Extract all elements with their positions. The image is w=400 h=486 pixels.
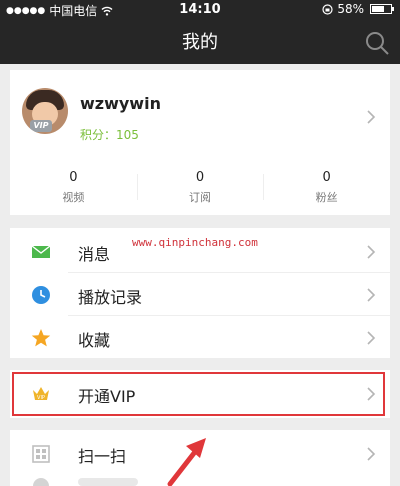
chevron-right-icon xyxy=(367,245,376,259)
stat-subscriptions[interactable]: 0 订阅 xyxy=(136,166,264,208)
menu-item-label: 扫一扫 xyxy=(78,447,127,466)
search-icon[interactable] xyxy=(364,30,390,56)
stat-value: 0 xyxy=(322,170,331,185)
cut-off-icon xyxy=(33,478,49,486)
star-icon xyxy=(31,329,51,347)
chevron-right-icon xyxy=(367,110,376,124)
status-bar: ●●●●● 中国电信 14:10 58% xyxy=(0,0,400,18)
battery-percent: 58% xyxy=(337,2,364,16)
red-arrow-annotation xyxy=(167,438,206,486)
username: wzwywin xyxy=(80,94,161,113)
clock-icon xyxy=(32,286,50,304)
vip-highlight-box xyxy=(12,372,385,416)
profile-stats: 0 视频 0 订阅 0 粉丝 xyxy=(10,166,390,208)
menu-item-history[interactable]: 播放记录 xyxy=(10,273,390,316)
chevron-right-icon xyxy=(367,331,376,345)
chevron-right-icon xyxy=(367,288,376,302)
menu-item-label: 收藏 xyxy=(78,331,111,350)
stat-value: 0 xyxy=(195,170,205,185)
stat-followers[interactable]: 0 粉丝 xyxy=(263,166,390,208)
menu-item-favorites[interactable]: 收藏 xyxy=(10,316,390,359)
stat-value: 0 xyxy=(69,170,78,185)
avatar[interactable]: VIP xyxy=(22,88,68,134)
stat-label: 视频 xyxy=(62,191,85,204)
profile-card[interactable]: VIP wzwywin 积分：105 0 视频 0 订阅 0 粉丝 xyxy=(10,70,390,215)
vip-badge: VIP xyxy=(30,120,52,132)
rotation-lock-icon xyxy=(322,3,333,15)
battery-icon xyxy=(370,4,394,14)
watermark: www.qinpinchang.com xyxy=(132,236,258,249)
message-icon xyxy=(31,245,51,258)
scan-icon xyxy=(32,445,50,463)
chevron-right-icon xyxy=(367,447,376,461)
stat-videos[interactable]: 0 视频 xyxy=(10,166,137,208)
menu-item-label: 播放记录 xyxy=(78,288,143,307)
cut-off-item xyxy=(78,478,138,486)
points-text: 积分：105 xyxy=(80,128,139,142)
page-title: 我的 xyxy=(182,32,218,53)
stat-label: 订阅 xyxy=(189,191,211,204)
menu-item-label: 消息 xyxy=(78,245,111,264)
stat-label: 粉丝 xyxy=(315,191,338,204)
top-bar: ●●●●● 中国电信 14:10 58% 我的 xyxy=(0,0,400,64)
